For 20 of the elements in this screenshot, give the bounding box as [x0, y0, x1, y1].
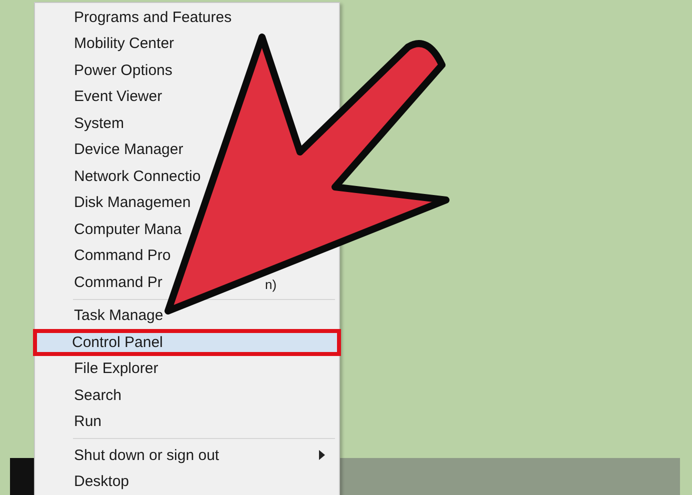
- menu-item[interactable]: Search: [74, 386, 122, 404]
- menu-item[interactable]: Power Options: [74, 62, 172, 79]
- menu-item[interactable]: Command Pro: [74, 247, 171, 264]
- start-button[interactable]: [10, 458, 36, 495]
- menu-item[interactable]: Mobility Center: [74, 35, 174, 52]
- menu-item[interactable]: Disk Managemen: [74, 194, 191, 212]
- menu-item[interactable]: Command Pr: [74, 274, 162, 291]
- menu-item[interactable]: Shut down or sign out: [35, 442, 339, 468]
- menu-item[interactable]: Programs and Features: [74, 8, 232, 26]
- menu-item[interactable]: Control Panel: [33, 329, 341, 356]
- menu-item[interactable]: System: [74, 114, 124, 132]
- menu-item[interactable]: Network Connectio: [74, 168, 201, 185]
- menu-item[interactable]: Computer Mana: [74, 220, 182, 238]
- menu-item[interactable]: Desktop: [74, 473, 130, 490]
- menu-item[interactable]: Run: [74, 413, 102, 430]
- menu-item[interactable]: Event Viewer: [74, 88, 162, 106]
- menu-item[interactable]: Device Manager: [74, 141, 184, 158]
- menu-item[interactable]: File Explorer: [74, 360, 158, 378]
- menu-item[interactable]: Task Manage: [74, 307, 164, 324]
- menu-item-text: n): [265, 277, 277, 292]
